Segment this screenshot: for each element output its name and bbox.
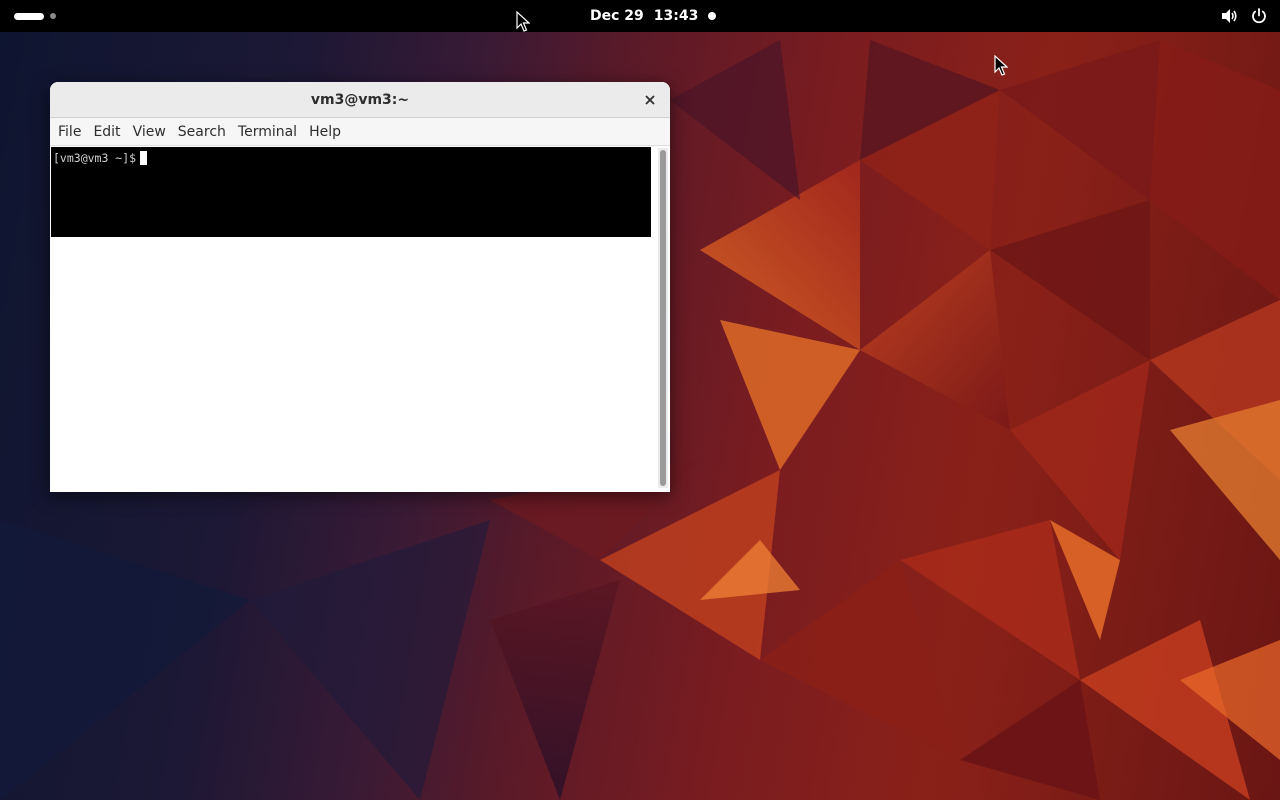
clock-time: 13:43 <box>653 8 699 24</box>
clock-button[interactable]: Dec 29 13:43 <box>580 4 708 28</box>
menu-edit[interactable]: Edit <box>87 119 126 145</box>
power-icon[interactable] <box>1250 7 1268 25</box>
menu-help[interactable]: Help <box>303 119 347 145</box>
menu-view[interactable]: View <box>127 119 172 145</box>
clock-date: Dec 29 <box>590 8 644 24</box>
speaker-volume-icon[interactable] <box>1220 7 1238 25</box>
menu-bar: File Edit View Search Terminal Help <box>50 118 670 146</box>
menu-file[interactable]: File <box>52 119 87 145</box>
top-bar: Dec 29 13:43 <box>0 0 1280 32</box>
workspace-dot-icon <box>50 13 56 19</box>
close-button[interactable] <box>640 90 660 110</box>
terminal-scrollbar[interactable] <box>658 148 668 488</box>
notification-dot-icon[interactable] <box>708 12 716 20</box>
activities-button[interactable] <box>8 6 66 26</box>
close-icon <box>645 95 655 105</box>
activities-pill-icon <box>14 12 44 20</box>
menu-search[interactable]: Search <box>172 119 232 145</box>
menu-terminal[interactable]: Terminal <box>232 119 303 145</box>
terminal-output[interactable]: [vm3@vm3 ~]$ <box>51 147 651 237</box>
scrollbar-thumb[interactable] <box>660 150 666 486</box>
window-title: vm3@vm3:~ <box>310 92 410 108</box>
desktop[interactable]: Dec 29 13:43 vm3@vm3:~ File Edit View Se… <box>0 0 1280 800</box>
window-titlebar[interactable]: vm3@vm3:~ <box>50 82 670 118</box>
terminal-area[interactable]: [vm3@vm3 ~]$ <box>50 146 656 492</box>
text-cursor <box>140 151 148 165</box>
shell-prompt: [vm3@vm3 ~]$ <box>53 151 137 165</box>
terminal-window[interactable]: vm3@vm3:~ File Edit View Search Terminal… <box>50 82 670 492</box>
system-tray[interactable] <box>1220 5 1268 27</box>
